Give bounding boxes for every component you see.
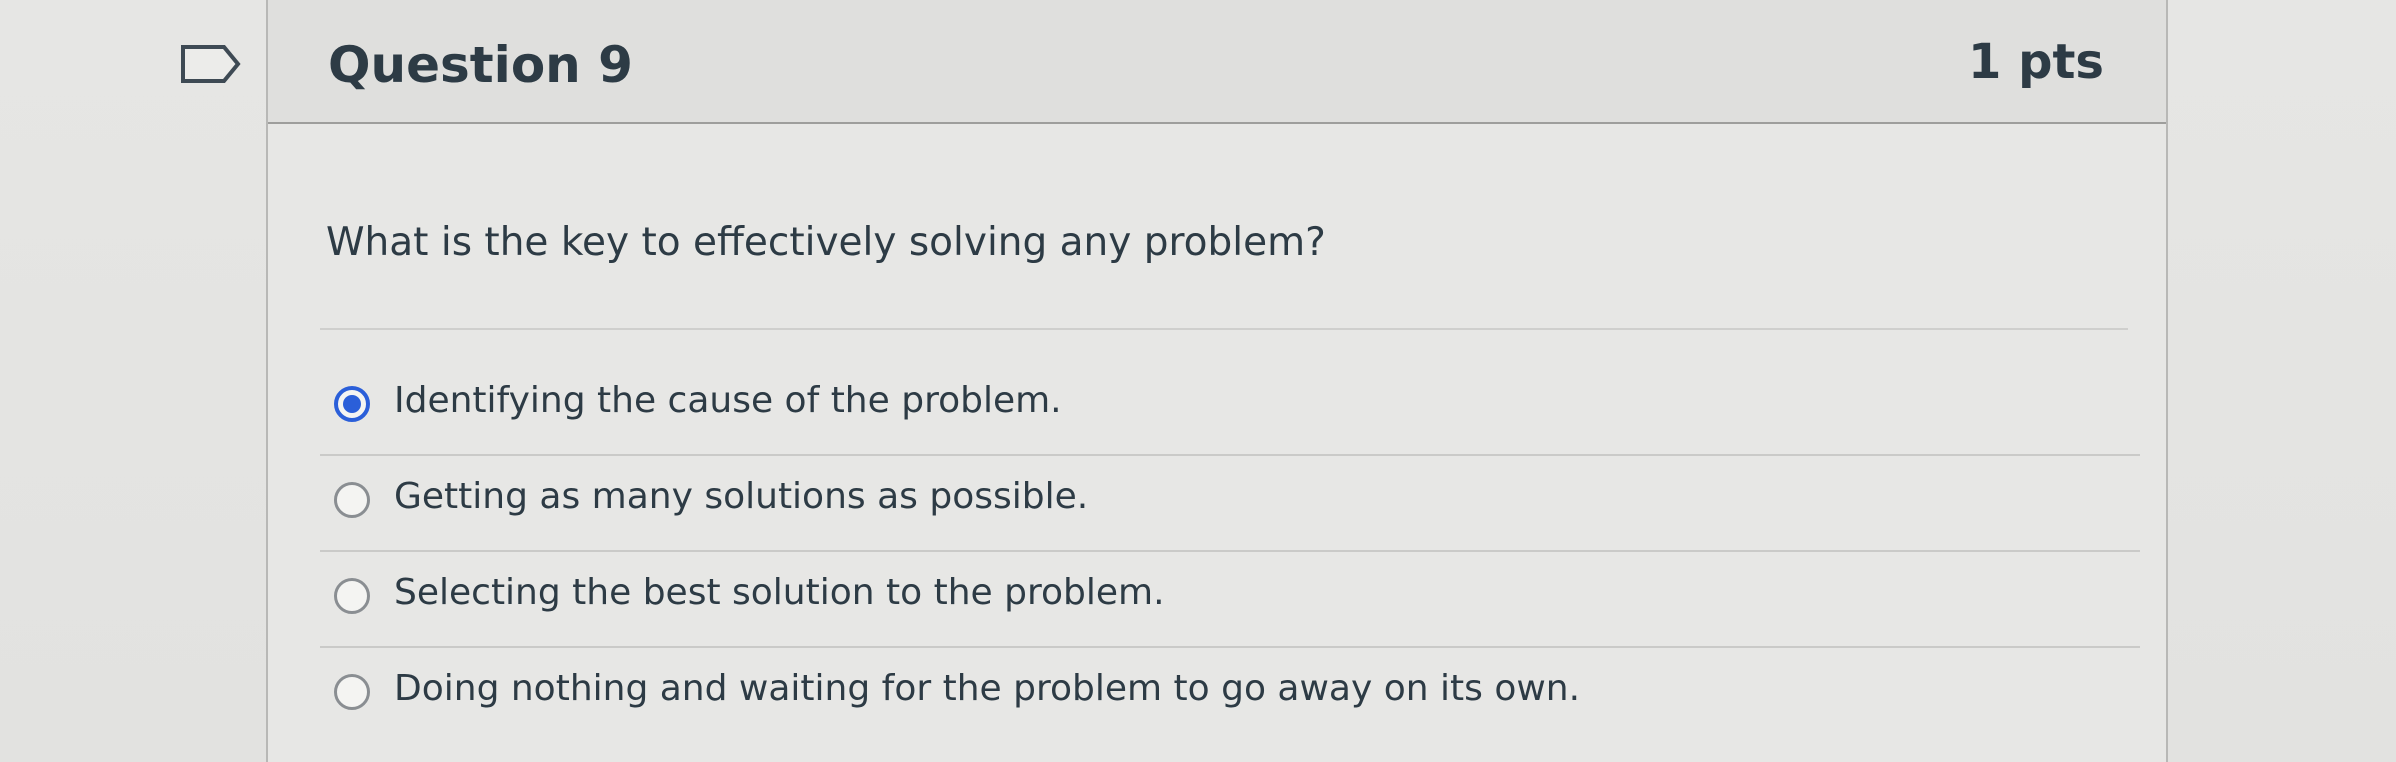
- answer-list: Identifying the cause of the problem. Ge…: [320, 360, 2140, 744]
- question-title: Question 9: [328, 36, 633, 94]
- answer-option-1[interactable]: Identifying the cause of the problem.: [320, 360, 2140, 456]
- radio-button[interactable]: [334, 482, 370, 518]
- question-header: Question 9 1 pts: [268, 0, 2166, 124]
- question-card: Question 9 1 pts What is the key to effe…: [266, 0, 2168, 762]
- answer-label[interactable]: Selecting the best solution to the probl…: [394, 572, 1165, 613]
- answer-option-2[interactable]: Getting as many solutions as possible.: [320, 456, 2140, 552]
- question-points: 1 pts: [1968, 34, 2104, 90]
- answer-option-4[interactable]: Doing nothing and waiting for the proble…: [320, 648, 2140, 744]
- flag-question-icon[interactable]: [180, 44, 242, 84]
- quiz-screen: Question 9 1 pts What is the key to effe…: [0, 0, 2396, 762]
- divider: [320, 328, 2128, 330]
- answer-label[interactable]: Getting as many solutions as possible.: [394, 476, 1088, 517]
- question-text: What is the key to effectively solving a…: [326, 220, 1326, 265]
- radio-button-selected[interactable]: [334, 386, 370, 422]
- radio-button[interactable]: [334, 578, 370, 614]
- radio-button[interactable]: [334, 674, 370, 710]
- answer-label[interactable]: Doing nothing and waiting for the proble…: [394, 668, 1580, 709]
- answer-option-3[interactable]: Selecting the best solution to the probl…: [320, 552, 2140, 648]
- answer-label[interactable]: Identifying the cause of the problem.: [394, 380, 1062, 421]
